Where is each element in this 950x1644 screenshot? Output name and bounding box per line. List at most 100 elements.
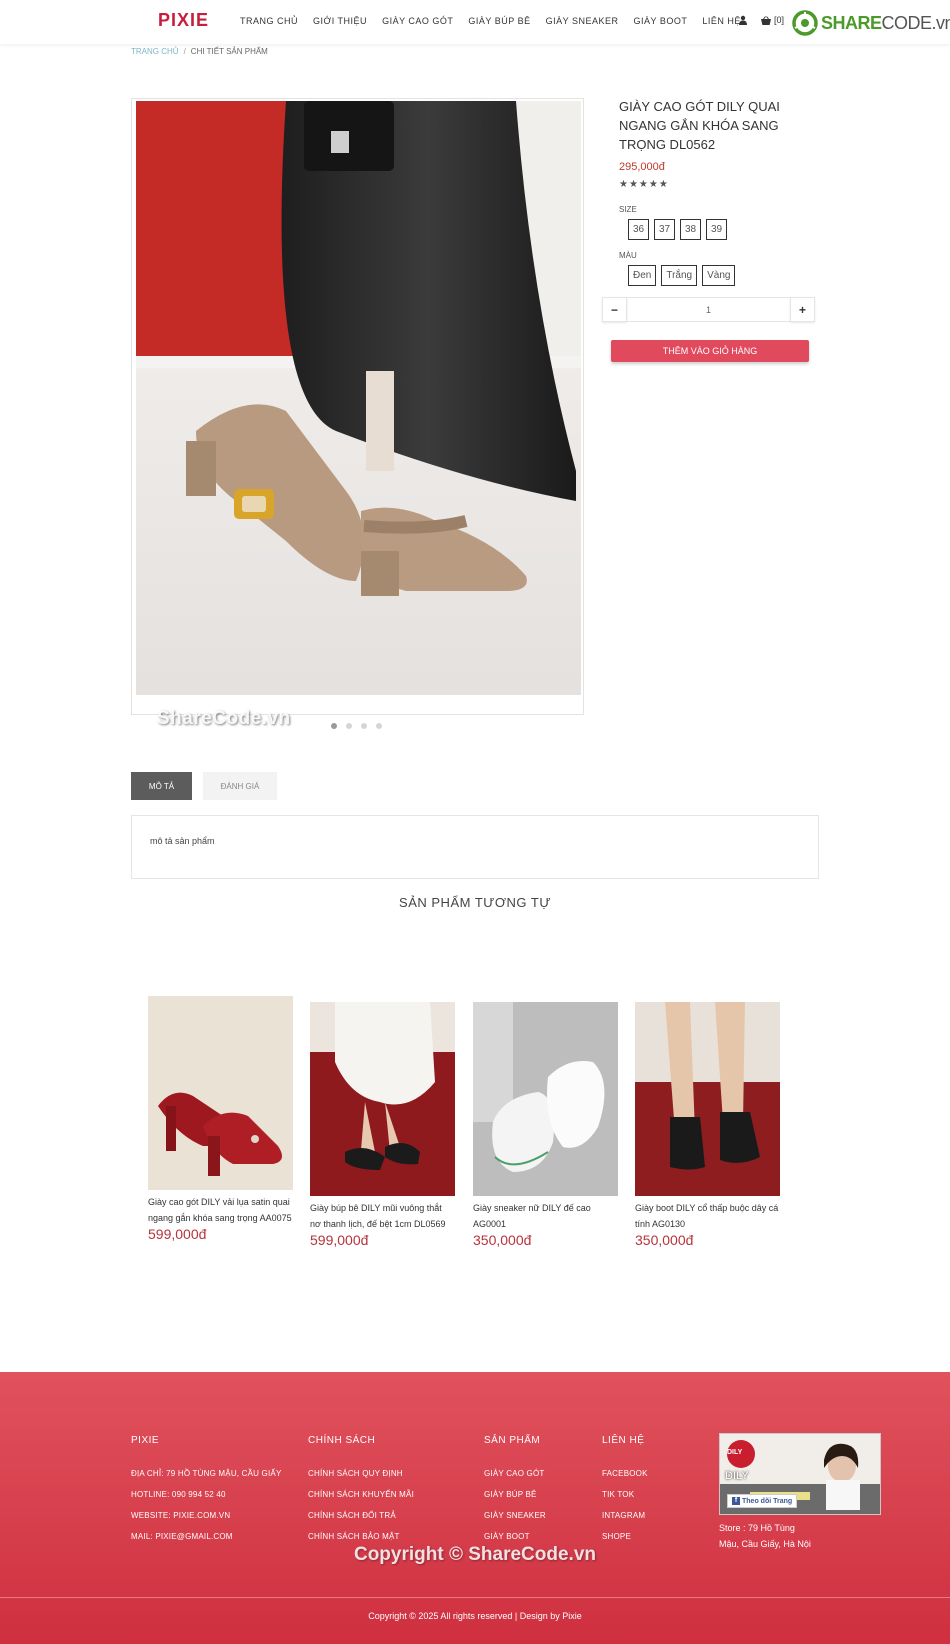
facebook-icon: f: [732, 1497, 740, 1505]
color-option[interactable]: Vàng: [702, 265, 736, 286]
tab-content: mô tả sản phẩm: [131, 815, 819, 879]
footer-divider: [0, 1597, 950, 1598]
watermark-copyright: Copyright © ShareCode.vn: [353, 1544, 597, 1565]
footer-link[interactable]: CHÍNH SÁCH BẢO MẬT: [308, 1532, 400, 1541]
product-card-name[interactable]: Giày búp bê DILY mũi vuông thắt nơ thanh…: [310, 1200, 455, 1232]
product-card-price: 599,000đ: [148, 1226, 207, 1242]
gallery-dots: [331, 723, 382, 729]
sharecode-brand: SHARE: [821, 12, 882, 33]
gallery-dot-4[interactable]: [376, 723, 382, 729]
color-options: Đen Trắng Vàng: [628, 265, 736, 286]
product-gallery: [131, 98, 584, 715]
nav-about[interactable]: GIỚI THIỆU: [313, 16, 367, 26]
color-label: MÀU: [619, 251, 637, 260]
footer-link[interactable]: FACEBOOK: [602, 1469, 648, 1478]
size-label: SIZE: [619, 205, 637, 214]
footer-col-title: PIXIE: [131, 1435, 160, 1446]
breadcrumb: TRANG CHỦ / CHI TIẾT SẢN PHẨM: [131, 47, 268, 56]
related-title: SẢN PHẨM TƯƠNG TỰ: [399, 895, 551, 910]
product-card[interactable]: Giày boot DILY cổ thấp buộc dây cá tính …: [635, 1002, 780, 1248]
footer-link[interactable]: CHÍNH SÁCH KHUYẾN MÃI: [308, 1490, 414, 1499]
footer-link[interactable]: CHÍNH SÁCH ĐỔI TRẢ: [308, 1511, 396, 1520]
site-footer: PIXIE ĐỊA CHỈ: 79 HỒ TÙNG MẬU, CẦU GIẤY …: [0, 1372, 950, 1644]
product-card-image[interactable]: [473, 1002, 618, 1196]
footer-col-title: LIÊN HỆ: [602, 1435, 645, 1446]
sharecode-logo: SHARECODE.vn: [792, 10, 950, 36]
footer-link[interactable]: GIÀY BÚP BÊ: [484, 1490, 537, 1499]
breadcrumb-home[interactable]: TRANG CHỦ: [131, 47, 179, 56]
color-option[interactable]: Trắng: [661, 265, 698, 286]
footer-col-title: SẢN PHẨM: [484, 1435, 541, 1446]
product-title: GIÀY CAO GÓT DILY QUAI NGANG GẮN KHÓA SA…: [619, 99, 780, 152]
product-card[interactable]: Giày cao gót DILY vải lụa satin quai nga…: [148, 996, 293, 1242]
rating-stars: ★★★★★: [619, 179, 669, 190]
nav-boots[interactable]: GIÀY BOOT: [633, 16, 687, 26]
footer-link[interactable]: GIÀY BOOT: [484, 1532, 530, 1541]
facebook-page-widget[interactable]: DILY DILY f Theo dõi Trang: [719, 1433, 881, 1515]
fb-badge: DILY: [727, 1449, 743, 1456]
footer-address: ĐỊA CHỈ: 79 HỒ TÙNG MẬU, CẦU GIẤY: [131, 1469, 282, 1478]
quantity-stepper: − 1 +: [602, 297, 815, 322]
cart-count: [0]: [774, 15, 785, 25]
nav-sneakers[interactable]: GIÀY SNEAKER: [546, 16, 619, 26]
product-card-image[interactable]: [310, 1002, 455, 1196]
cart-link[interactable]: [0]: [761, 15, 784, 25]
fb-follow-label: Theo dõi Trang: [742, 1497, 793, 1505]
site-logo[interactable]: PIXIE: [158, 10, 209, 31]
gallery-dot-3[interactable]: [361, 723, 367, 729]
add-to-cart-button[interactable]: THÊM VÀO GIỎ HÀNG: [611, 340, 809, 362]
size-option[interactable]: 37: [654, 219, 675, 240]
footer-link[interactable]: TIK TOK: [602, 1490, 634, 1499]
color-option[interactable]: Đen: [628, 265, 657, 286]
product-card-price: 350,000đ: [635, 1232, 694, 1248]
footer-mail[interactable]: MAIL: PIXIE@GMAIL.COM: [131, 1532, 233, 1541]
product-card-name[interactable]: Giày sneaker nữ DILY đế cao AG0001: [473, 1200, 618, 1232]
qty-input[interactable]: 1: [626, 297, 791, 322]
product-card-price: 350,000đ: [473, 1232, 532, 1248]
qty-decrease-button[interactable]: −: [602, 297, 627, 322]
fb-page-name[interactable]: DILY: [725, 1470, 749, 1482]
product-card[interactable]: Giày búp bê DILY mũi vuông thắt nơ thanh…: [310, 1002, 455, 1248]
footer-link[interactable]: INTAGRAM: [602, 1511, 645, 1520]
size-option[interactable]: 36: [628, 219, 649, 240]
footer-link[interactable]: CHÍNH SÁCH QUY ĐỊNH: [308, 1469, 403, 1478]
footer-link[interactable]: GIÀY SNEAKER: [484, 1511, 546, 1520]
breadcrumb-current: CHI TIẾT SẢN PHẨM: [190, 47, 268, 56]
product-card-name[interactable]: Giày cao gót DILY vải lụa satin quai nga…: [148, 1194, 293, 1226]
tab-reviews[interactable]: ĐÁNH GIÁ: [203, 772, 277, 800]
watermark-text: ShareCode.vn: [157, 708, 291, 729]
nav-flats[interactable]: GIÀY BÚP BÊ: [468, 16, 530, 26]
user-icon[interactable]: [738, 15, 748, 25]
description-text: mô tả sản phẩm: [150, 836, 215, 846]
product-card-image[interactable]: [148, 996, 293, 1190]
gallery-dot-2[interactable]: [346, 723, 352, 729]
product-card[interactable]: Giày sneaker nữ DILY đế cao AG0001 350,0…: [473, 1002, 618, 1248]
product-price: 295,000đ: [619, 161, 665, 173]
footer-col-title: CHÍNH SÁCH: [308, 1435, 376, 1446]
main-nav: TRANG CHỦ GIỚI THIỆU GIÀY CAO GÓT GIÀY B…: [240, 16, 756, 26]
sharecode-suffix: CODE.vn: [881, 12, 950, 33]
footer-link[interactable]: GIÀY CAO GÓT: [484, 1469, 545, 1478]
sharecode-icon: [792, 10, 818, 36]
copyright-text: Copyright © 2025 All rights reserved | D…: [368, 1611, 582, 1621]
nav-home[interactable]: TRANG CHỦ: [240, 16, 298, 26]
product-card-price: 599,000đ: [310, 1232, 369, 1248]
size-options: 36 37 38 39: [628, 219, 727, 240]
nav-contact[interactable]: LIÊN HỆ: [702, 16, 741, 26]
site-header: PIXIE TRANG CHỦ GIỚI THIỆU GIÀY CAO GÓT …: [0, 0, 950, 44]
nav-high-heels[interactable]: GIÀY CAO GÓT: [382, 16, 453, 26]
size-option[interactable]: 39: [706, 219, 727, 240]
qty-increase-button[interactable]: +: [790, 297, 815, 322]
product-main-image[interactable]: [136, 101, 581, 695]
breadcrumb-separator: /: [183, 47, 186, 56]
tab-description[interactable]: MÔ TẢ: [131, 772, 192, 800]
basket-icon: [761, 15, 771, 25]
fb-follow-button[interactable]: f Theo dõi Trang: [727, 1494, 798, 1508]
product-card-image[interactable]: [635, 1002, 780, 1196]
store-line-1: Store : 79 Hồ Tùng: [719, 1523, 795, 1533]
footer-website[interactable]: WEBSITE: PIXIE.COM.VN: [131, 1511, 230, 1520]
footer-link[interactable]: SHOPE: [602, 1532, 631, 1541]
gallery-dot-1[interactable]: [331, 723, 337, 729]
size-option[interactable]: 38: [680, 219, 701, 240]
product-card-name[interactable]: Giày boot DILY cổ thấp buộc dây cá tính …: [635, 1200, 780, 1232]
